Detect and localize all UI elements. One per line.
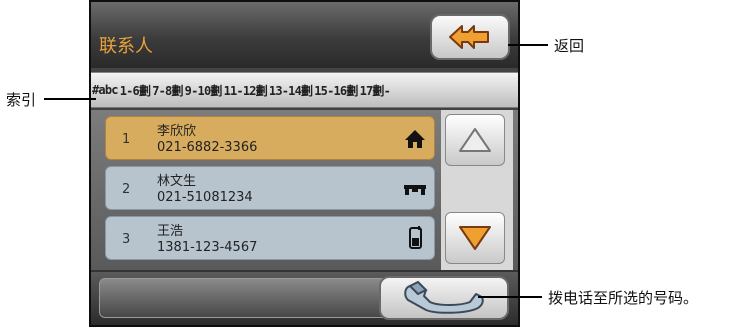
callout-line-index — [44, 98, 96, 100]
contact-name: 王浩 — [157, 224, 184, 239]
page-title: 联系人 — [99, 36, 153, 57]
contact-index: 2 — [122, 182, 131, 197]
contact-row[interactable]: 2 林文生 021-51081234 — [105, 166, 435, 210]
index-item[interactable]: 17劃- — [359, 82, 391, 99]
contact-row[interactable]: 3 王浩 1381-123-4567 — [105, 216, 435, 260]
contact-name: 林文生 — [157, 174, 197, 189]
contact-list: 1 李欣欣 021-6882-3366 2 林文生 021-51081234 3… — [91, 110, 518, 270]
mobile-phone-icon — [409, 226, 422, 249]
contact-index: 3 — [122, 232, 131, 247]
back-arrow-icon — [449, 25, 489, 49]
contact-row[interactable]: 1 李欣欣 021-6882-3366 — [105, 116, 435, 160]
callout-line-dial — [478, 296, 542, 298]
device-screen: 联系人 #abc 1-6劃 7-8劃 9-10劃 11-12劃 13-14劃 15-16劃 1… — [91, 2, 518, 325]
contact-phone: 1381-123-4567 — [157, 240, 258, 255]
number-display — [99, 278, 399, 318]
bottom-bar — [91, 272, 518, 325]
index-bar: #abc 1-6劃 7-8劃 9-10劃 11-12劃 13-14劃 15-16劃 17劃- — [91, 72, 518, 108]
index-item[interactable]: #abc — [91, 83, 119, 97]
office-icon — [404, 185, 426, 195]
contact-name: 李欣欣 — [157, 124, 197, 139]
callout-line-back — [508, 44, 548, 46]
contact-phone: 021-6882-3366 — [157, 140, 258, 155]
index-item[interactable]: 9-10劃 — [184, 82, 223, 99]
up-arrow-icon — [459, 128, 491, 152]
index-item[interactable]: 15-16劃 — [313, 82, 358, 99]
scroll-up-button[interactable] — [445, 114, 505, 166]
scroll-column — [441, 110, 513, 270]
index-item[interactable]: 11-12劃 — [223, 82, 268, 99]
index-item[interactable]: 7-8劃 — [151, 82, 183, 99]
callout-label-index: 索引 — [6, 91, 37, 109]
back-button[interactable] — [430, 14, 510, 60]
dial-button[interactable] — [379, 276, 509, 320]
title-bar: 联系人 — [91, 2, 518, 68]
callout-label-back: 返回 — [554, 37, 585, 55]
down-arrow-icon — [459, 226, 491, 250]
device-frame: 联系人 #abc 1-6劃 7-8劃 9-10劃 11-12劃 13-14劃 15-16劃 1… — [89, 0, 520, 327]
scroll-down-button[interactable] — [445, 212, 505, 264]
contact-index: 1 — [122, 132, 131, 147]
home-icon — [405, 130, 425, 148]
index-item[interactable]: 13-14劃 — [268, 82, 313, 99]
index-item[interactable]: 1-6劃 — [119, 82, 151, 99]
phone-handset-icon — [404, 280, 484, 314]
callout-label-dial: 拨电话至所选的号码。 — [548, 289, 699, 307]
contact-phone: 021-51081234 — [157, 190, 253, 205]
